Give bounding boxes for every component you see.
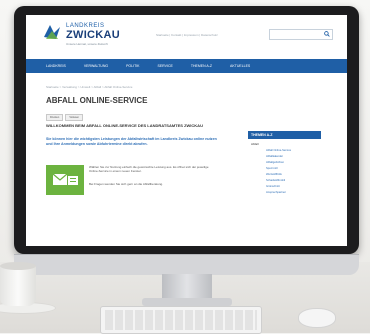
nav-item-landkreis[interactable]: LANDKREIS xyxy=(46,64,66,68)
sidebar-link[interactable]: Ansprechpartner xyxy=(248,189,321,195)
welcome-heading: WILLKOMMEN BEIM ABFALL ONLINE-SERVICE DE… xyxy=(46,123,203,128)
browser-screen: LANDKREIS ZWICKAU Unsere Heimat, unsere … xyxy=(26,15,347,246)
sidebar-subheading[interactable]: Abfall xyxy=(248,139,321,147)
keyboard-keys xyxy=(105,310,257,330)
logo-tagline: Unsere Heimat, unsere Zukunft xyxy=(66,42,108,46)
service-contact-note: Bei Fragen wenden Sie sich gern an die A… xyxy=(89,182,164,186)
nav-item-service[interactable]: SERVICE xyxy=(158,64,173,68)
mouse xyxy=(298,308,336,328)
top-service-links[interactable]: Startseite | Kontakt | Impressum | Daten… xyxy=(156,33,218,37)
sidebar-heading: THEMEN A-Z xyxy=(248,131,321,139)
mail-card-icon xyxy=(52,173,78,185)
coffee-mug-rim xyxy=(0,262,36,270)
print-button[interactable]: Drucken xyxy=(46,114,64,121)
sidebar-themen: THEMEN A-Z Abfall Abfall Online-Service … xyxy=(248,131,321,195)
landkreis-logo-icon[interactable] xyxy=(42,23,62,41)
service-description: Wählen Sie zur Nutzung einfach die gewün… xyxy=(89,165,209,173)
read-aloud-button[interactable]: Vorlesen xyxy=(65,114,84,121)
coffee-mug xyxy=(0,266,36,306)
keyboard xyxy=(100,306,262,334)
nav-item-politik[interactable]: POLITIK xyxy=(126,64,139,68)
main-navigation: LANDKREIS VERWALTUNG POLITIK SERVICE THE… xyxy=(26,59,347,73)
search-icon[interactable] xyxy=(324,31,330,37)
logo-main-text[interactable]: ZWICKAU xyxy=(66,29,120,41)
monitor-stand-foot xyxy=(142,298,232,306)
intro-text: Sie können hier die wichtigsten Leistung… xyxy=(46,137,217,146)
breadcrumb[interactable]: Startseite > Verwaltung > Umwelt > Abfal… xyxy=(46,85,132,89)
online-service-tile[interactable] xyxy=(46,165,84,195)
page-toolbar: Drucken Vorlesen xyxy=(46,114,85,121)
search-input[interactable] xyxy=(269,29,333,40)
nav-item-verwaltung[interactable]: VERWALTUNG xyxy=(84,64,108,68)
site-header: LANDKREIS ZWICKAU Unsere Heimat, unsere … xyxy=(26,15,347,55)
nav-item-themen[interactable]: THEMEN A-Z xyxy=(191,64,212,68)
page-title: ABFALL ONLINE-SERVICE xyxy=(46,96,148,105)
monitor-chin xyxy=(14,254,359,275)
nav-item-aktuelles[interactable]: AKTUELLES xyxy=(230,64,250,68)
